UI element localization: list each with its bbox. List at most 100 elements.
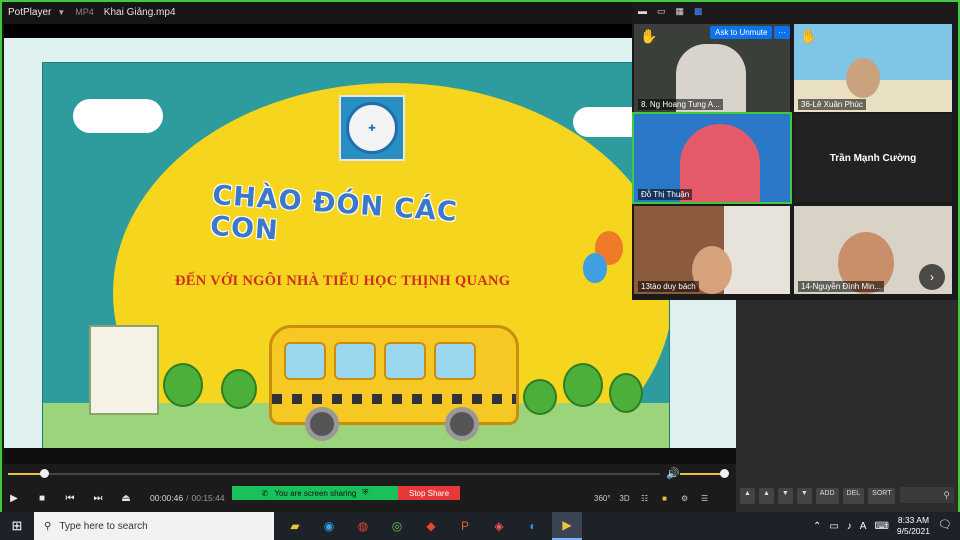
raised-hand-icon: ✋: [640, 28, 658, 44]
speaker-view-icon[interactable]: ▭: [657, 6, 666, 17]
tree-shape: [609, 373, 643, 413]
active-speaker-tile[interactable]: Đỗ Thị Thuận: [632, 112, 792, 204]
chrome-icon[interactable]: ◍: [348, 512, 378, 540]
screen-sharing-status[interactable]: ✆ You are screen sharing ⛨: [232, 486, 398, 500]
three-d-button[interactable]: 3D: [619, 494, 631, 503]
ime-icon[interactable]: ⌨: [874, 521, 888, 532]
time-separator: /: [186, 493, 189, 503]
bus-wheel: [445, 407, 479, 441]
tree-shape: [523, 379, 557, 415]
app-icon[interactable]: ◈: [484, 512, 514, 540]
duration: 00:15:44: [191, 493, 225, 503]
tree-shape: [563, 363, 603, 407]
eject-button[interactable]: ⏏: [112, 484, 140, 512]
sharing-status-text: You are screen sharing: [274, 488, 357, 498]
add-button[interactable]: ADD: [815, 488, 839, 504]
settings-gear-icon[interactable]: ⚙: [679, 494, 691, 503]
playlist-icon[interactable]: ☷: [639, 494, 651, 503]
capture-icon[interactable]: ■: [659, 494, 671, 503]
participant-name: 36-Lê Xuân Phúc: [798, 99, 866, 110]
network-icon[interactable]: ▭: [829, 521, 838, 532]
participant-name: 14-Nguyễn Đình Min...: [798, 281, 885, 292]
file-explorer-icon[interactable]: ▰: [280, 512, 310, 540]
edge-icon[interactable]: ◉: [314, 512, 344, 540]
video-letterbox: [4, 448, 736, 464]
play-button[interactable]: ▶: [0, 484, 28, 512]
slide-subline: ĐẾN VỚI NGÔI NHÀ TIỂU HỌC THỊNH QUANG: [175, 273, 511, 289]
move-up-button[interactable]: ▲: [758, 488, 774, 504]
balloon-icon: [583, 253, 607, 283]
move-bottom-button[interactable]: ▼: [796, 488, 812, 504]
next-button[interactable]: ⏭: [84, 484, 112, 512]
sort-button[interactable]: SORT: [868, 488, 896, 504]
previous-button[interactable]: ⏮: [56, 484, 84, 512]
search-placeholder: Type here to search: [59, 520, 148, 532]
participant-tile[interactable]: Trần Mạnh Cường: [794, 114, 952, 202]
move-down-button[interactable]: ▼: [777, 488, 793, 504]
participant-name: 8. Ng Hoang Tung A...: [638, 99, 723, 110]
chevron-up-icon[interactable]: ⌃: [813, 521, 821, 532]
seek-handle[interactable]: [39, 469, 49, 478]
playlist-tools: ▲ ▲ ▼ ▼ ADD DEL SORT: [740, 488, 896, 504]
delete-button[interactable]: DEL: [842, 488, 865, 504]
menu-button[interactable]: ☰: [699, 494, 711, 503]
bus-window: [384, 342, 426, 380]
participant-tile[interactable]: ✋ 36-Lê Xuân Phúc: [794, 24, 952, 112]
video-area[interactable]: ✚ CHÀO ĐÓN CÁC CON ĐẾN VỚI NGÔI NHÀ TIỂU…: [4, 24, 736, 464]
app-icon[interactable]: ◆: [416, 512, 446, 540]
cloud-shape: [73, 99, 163, 133]
raised-hand-icon: ✋: [800, 28, 818, 44]
participant-name: Trần Mạnh Cường: [829, 152, 917, 164]
zoom-toolbar: ▬ ▭ ▦ ▩: [632, 2, 958, 20]
book-icon: ✚: [346, 102, 398, 154]
tree-shape: [163, 363, 203, 407]
vr-360-button[interactable]: 360°: [594, 494, 611, 503]
tree-shape: [221, 369, 257, 409]
school-bus-illustration: [269, 325, 519, 425]
participant-tile[interactable]: 13tào duy bách: [634, 206, 790, 294]
language-indicator[interactable]: A: [860, 521, 867, 532]
ask-to-unmute-button[interactable]: Ask to Unmute: [710, 26, 773, 39]
search-icon: ⚲: [44, 520, 52, 532]
seek-progress: [8, 473, 44, 475]
share-border: [0, 0, 960, 2]
zoom-icon[interactable]: ◐: [518, 512, 548, 540]
minimize-icon[interactable]: ▬: [638, 6, 647, 16]
zoom-share-bar: ✆ You are screen sharing ⛨ Stop Share: [232, 486, 460, 500]
bus-window: [334, 342, 376, 380]
seek-track[interactable]: [8, 473, 660, 475]
clock[interactable]: 8:33 AM 9/5/2021: [897, 515, 930, 537]
books-illustration: [89, 325, 159, 415]
shield-icon: ⛨: [362, 488, 369, 497]
school-logo: ✚: [339, 95, 405, 161]
volume-handle[interactable]: [720, 469, 729, 478]
side-panel: [736, 300, 960, 512]
app-name[interactable]: PotPlayer: [0, 7, 57, 18]
volume-icon[interactable]: ♪: [847, 521, 852, 532]
time-display: 00:00:46/00:15:44: [150, 493, 225, 503]
player-right-controls: 360° 3D ☷ ■ ⚙ ☰: [594, 484, 711, 512]
taskbar-search[interactable]: ⚲ Type here to search: [34, 512, 274, 540]
bus-stripe: [272, 394, 516, 404]
windows-start-icon[interactable]: ⊞: [0, 512, 34, 540]
next-page-arrow-icon[interactable]: ›: [919, 264, 945, 290]
stop-share-button[interactable]: Stop Share: [398, 486, 460, 500]
notification-icon[interactable]: 🗨: [938, 518, 952, 531]
participant-video: [724, 206, 790, 294]
format-label: MP4: [75, 7, 94, 17]
file-name: Khai Giảng.mp4: [103, 6, 176, 18]
volume-icon[interactable]: 🔊: [666, 467, 680, 480]
chevron-down-icon[interactable]: ▼: [57, 8, 65, 17]
grid-view-icon[interactable]: ▩: [694, 6, 703, 17]
gallery-view-icon[interactable]: ▦: [676, 6, 685, 17]
stop-button[interactable]: ■: [28, 484, 56, 512]
app-icon[interactable]: ◎: [382, 512, 412, 540]
share-border: [0, 0, 2, 512]
move-top-button[interactable]: ▲: [740, 488, 755, 504]
more-options-button[interactable]: ···: [774, 26, 790, 39]
powerpoint-icon[interactable]: P: [450, 512, 480, 540]
search-icon: ⚲: [943, 489, 950, 500]
potplayer-icon[interactable]: ▶: [552, 512, 582, 540]
player-titlebar: PotPlayer ▼ MP4 Khai Giảng.mp4: [0, 0, 632, 24]
playlist-search[interactable]: ⚲: [900, 487, 954, 503]
